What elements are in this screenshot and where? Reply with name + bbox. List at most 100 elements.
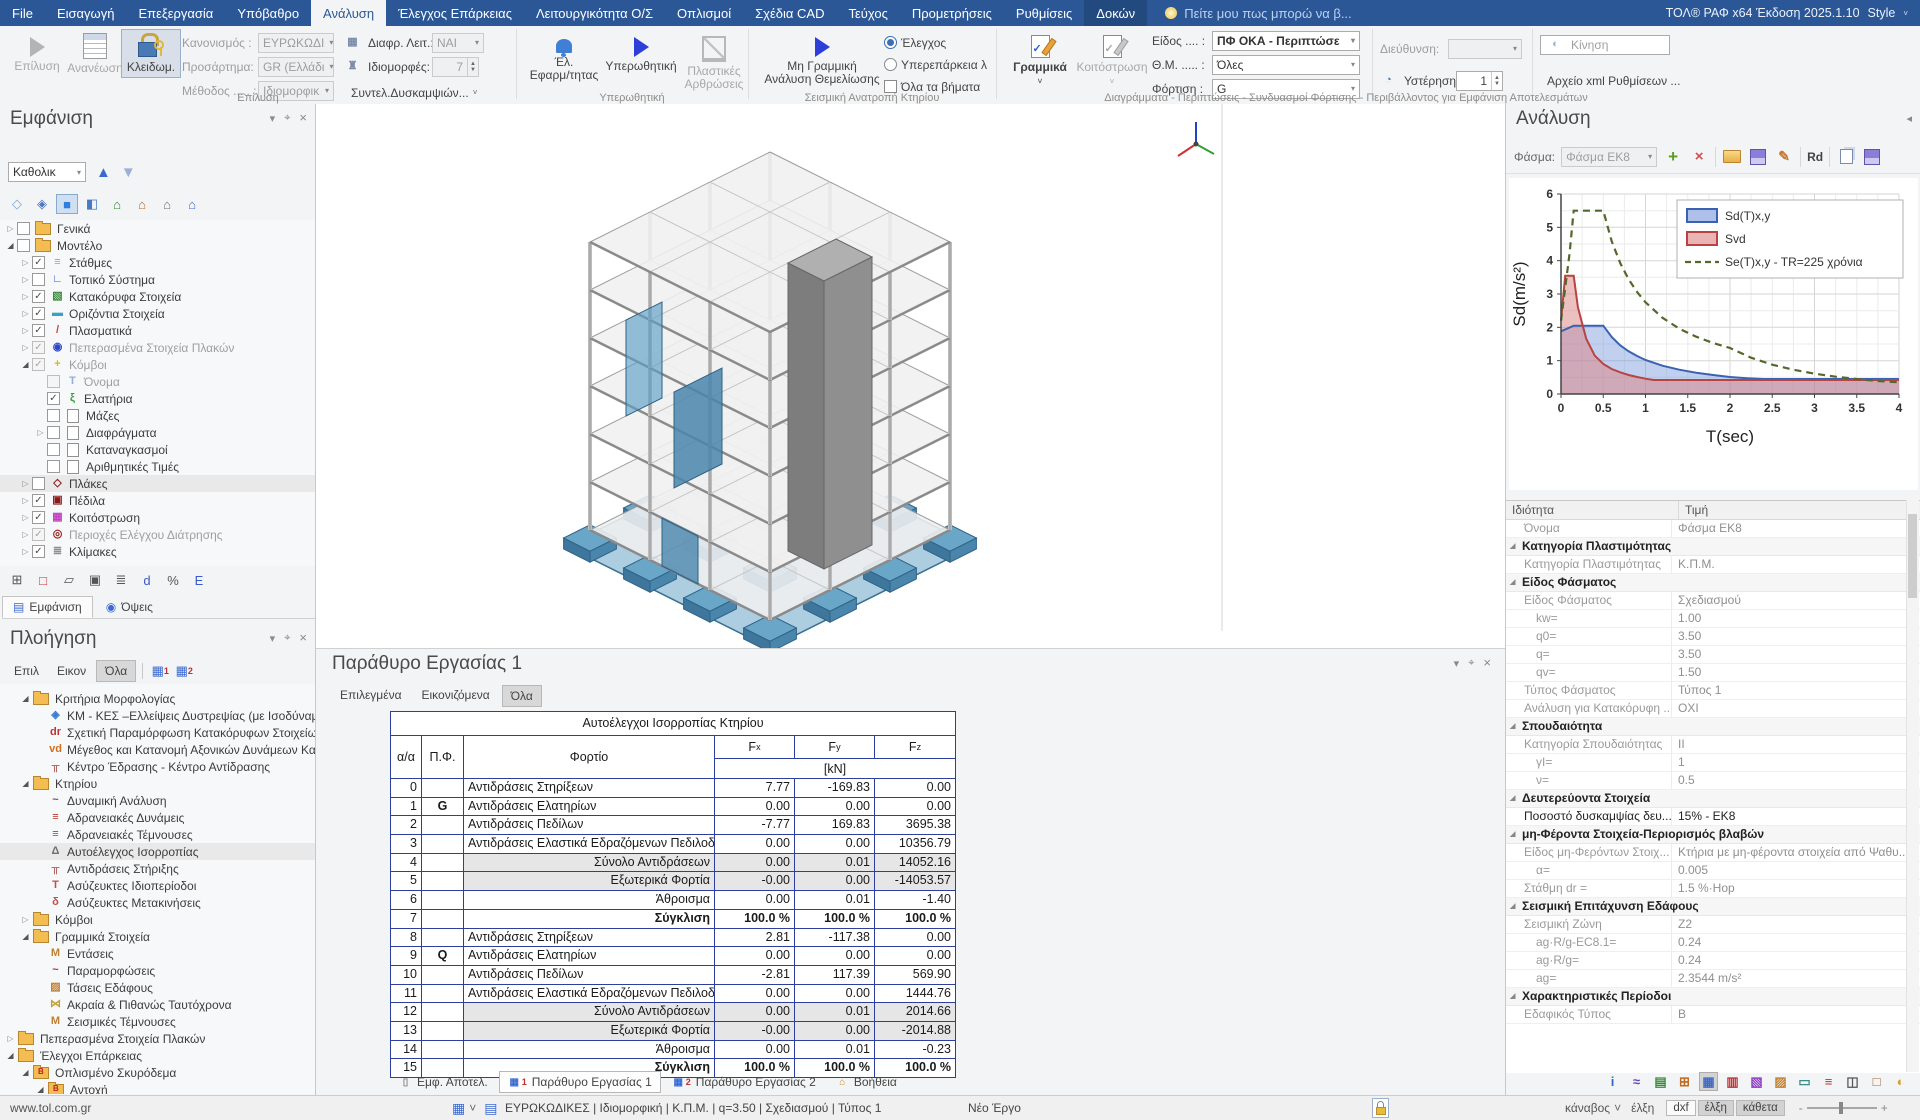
property-row[interactable]: Είδος ΦάσματοςΣχεδιασμού — [1506, 592, 1920, 610]
delete-icon[interactable]: × — [1689, 147, 1709, 167]
property-grid-scrollbar[interactable] — [1906, 500, 1919, 1072]
tree-checkbox[interactable]: ✓ — [32, 528, 45, 541]
tree-checkbox[interactable] — [47, 460, 60, 473]
add-icon[interactable]: + — [1663, 147, 1683, 167]
zoom-in-icon[interactable]: + — [1881, 1101, 1888, 1115]
collapsed-expander-icon[interactable]: ▷ — [19, 530, 32, 539]
thm-select[interactable]: Όλες▾ — [1212, 55, 1360, 75]
tree-item[interactable]: ◢Μοντέλο — [0, 237, 315, 254]
pin-icon[interactable]: ⌖ — [284, 112, 290, 125]
menu-tab-2[interactable]: Επεξεργασία — [126, 0, 225, 26]
select-add-icon[interactable]: ⊞ — [6, 570, 28, 590]
percent-icon[interactable]: % — [162, 570, 184, 590]
table-row[interactable]: 5Εξωτερικά Φορτία-0.000.00-14053.57 — [391, 871, 955, 890]
property-row[interactable]: qv=1.50 — [1506, 664, 1920, 682]
waves-icon[interactable]: ≈ — [1627, 1072, 1646, 1091]
regulation-select[interactable]: ΕΥΡΩΚΩΔΙ▾ — [258, 33, 334, 53]
bottom-tab-2[interactable]: ▦2Παράθυρο Εργασίας 2 — [663, 1071, 825, 1093]
bottom-tab-0[interactable]: ▯Εμφ. Αποτελ. — [390, 1071, 497, 1093]
columns-icon[interactable]: ◫ — [1843, 1072, 1862, 1091]
overstrength-radio[interactable] — [884, 58, 897, 71]
work-window-2-icon[interactable]: ▦2 — [173, 661, 195, 681]
property-row[interactable]: ag·R/g-EC8.1=0.24 — [1506, 934, 1920, 952]
snap-toggle-dxf[interactable]: dxf — [1666, 1100, 1695, 1116]
info-icon[interactable]: i — [1603, 1072, 1622, 1091]
value-col-header[interactable]: Τιμή — [1679, 501, 1708, 519]
diaphragm-select[interactable]: ΝΑΙ▾ — [432, 33, 484, 53]
select-filter-icon[interactable]: ▣ — [84, 570, 106, 590]
property-group[interactable]: Σεισμική Επιτάχυνση Εδάφους — [1506, 898, 1920, 916]
chevron-down-icon[interactable]: ˅ — [1903, 9, 1908, 18]
structure-outline-icon[interactable]: ⌂ — [131, 194, 153, 214]
bottom-tab-1[interactable]: ▦1Παράθυρο Εργασίας 1 — [499, 1071, 661, 1093]
tree-checkbox[interactable]: ✓ — [32, 341, 45, 354]
select-window-icon[interactable]: □ — [32, 570, 54, 590]
tree-item[interactable]: ▷∟Τοπικό Σύστημα — [0, 271, 315, 288]
property-group[interactable]: μη-Φέροντα Στοιχεία-Περιορισμός βλαβών — [1506, 826, 1920, 844]
applicability-check-button[interactable]: Έλ.Εφαρμ/τητας — [524, 29, 604, 86]
tree-item[interactable]: ◢Γραμμικά Στοιχεία — [0, 928, 315, 945]
tree-item[interactable]: Καταναγκασμοί — [0, 441, 315, 458]
select-crossing-icon[interactable]: ▱ — [58, 570, 80, 590]
collapsed-expander-icon[interactable]: ▷ — [4, 224, 17, 233]
tree-item[interactable]: TΑσύζευκτες Ιδιοπερίοδοι — [0, 877, 315, 894]
frame-icon[interactable]: ▭ — [1795, 1072, 1814, 1091]
chart-window-icon[interactable]: ▦ — [1699, 1072, 1718, 1091]
tree-checkbox[interactable] — [47, 409, 60, 422]
property-row[interactable]: Στάθμη dr =1.5 %·Hop — [1506, 880, 1920, 898]
tree-item[interactable]: ~Παραμορφώσεις — [0, 962, 315, 979]
snap-toggle-κάθετα[interactable]: κάθετα — [1736, 1100, 1785, 1116]
table-row[interactable]: 1GΑντιδράσεις Ελατηρίων0.000.000.00 — [391, 797, 955, 816]
property-row[interactable]: ag=2.3544 m/s² — [1506, 970, 1920, 988]
annex-select[interactable]: GR (Ελλάδι▾ — [258, 57, 334, 77]
property-group[interactable]: Κατηγορία Πλαστιμότητας — [1506, 538, 1920, 556]
plastic-hinges-button[interactable]: ΠλαστικέςΑρθρώσεις — [678, 29, 750, 95]
nonlinear-foundation-button[interactable]: Μη ΓραμμικήΑνάλυση Θεμελίωσης — [758, 29, 886, 90]
collapsed-expander-icon[interactable]: ▷ — [19, 915, 32, 924]
menu-tab-5[interactable]: Έλεγχος Επάρκειας — [386, 0, 524, 26]
solve-button[interactable]: Επίλυση — [6, 29, 68, 77]
tree-checkbox[interactable]: ✓ — [32, 511, 45, 524]
menu-tab-9[interactable]: Τεύχος — [836, 0, 899, 26]
collapsed-expander-icon[interactable]: ▷ — [19, 547, 32, 556]
tree-item[interactable]: drΣχετική Παραμόρφωση Κατακόρυφων Στοιχε… — [0, 724, 315, 741]
menu-tab-6[interactable]: Λειτουργικότητα Ο/Σ — [524, 0, 665, 26]
menu-tab-0[interactable]: File — [0, 0, 45, 26]
cube-hiddenline-icon[interactable]: ◈ — [31, 194, 53, 214]
pin-icon[interactable]: ⌖ — [284, 632, 290, 645]
report-icon[interactable]: ▥ — [1723, 1072, 1742, 1091]
tree-item[interactable]: ΔΑυτοέλεγχος Ισορροπίας — [0, 843, 315, 860]
tree-item[interactable]: ╥Κέντρο Έδρασης - Κέντρο Αντίδρασης — [0, 758, 315, 775]
expanded-expander-icon[interactable]: ◢ — [19, 360, 32, 369]
table-row[interactable]: 9QΑντιδράσεις Ελατηρίων0.000.000.00 — [391, 946, 955, 965]
menu-tab-3[interactable]: Υπόβαθρο — [225, 0, 311, 26]
structure-gray-icon[interactable]: ⌂ — [156, 194, 178, 214]
collapsed-expander-icon[interactable]: ▷ — [19, 513, 32, 522]
tree-checkbox[interactable]: ✓ — [32, 307, 45, 320]
table-row[interactable]: 6Άθροισμα0.000.01-1.40 — [391, 890, 955, 909]
tree-item[interactable]: ▷Γενικά — [0, 220, 315, 237]
property-row[interactable]: γΙ=1 — [1506, 754, 1920, 772]
tree-item[interactable]: ▷Διαφράγματα — [0, 424, 315, 441]
lock-status[interactable] — [1372, 1096, 1389, 1120]
contrast-icon[interactable]: ◐ — [1891, 1072, 1910, 1091]
table-row[interactable]: 11Αντιδράσεις Ελαστικά Εδραζόμενων Πεδιλ… — [391, 984, 955, 1003]
tree-item[interactable]: MΕντάσεις — [0, 945, 315, 962]
expanded-expander-icon[interactable]: ◢ — [19, 932, 32, 941]
property-row[interactable]: α=0.005 — [1506, 862, 1920, 880]
close-icon[interactable]: × — [299, 112, 307, 125]
model-viewport[interactable] — [316, 104, 1505, 648]
tell-me-search[interactable]: Πείτε μου πως μπορώ να β... — [1147, 0, 1369, 26]
property-col-header[interactable]: Ιδιότητα — [1506, 501, 1679, 519]
close-icon[interactable]: × — [299, 632, 307, 645]
expanded-expander-icon[interactable]: ◢ — [19, 694, 32, 703]
menu-tab-7[interactable]: Οπλισμοί — [665, 0, 743, 26]
hysteresis-spinner[interactable]: 1▲▼ — [1456, 71, 1503, 91]
list-red-icon[interactable]: ≡ — [1819, 1072, 1838, 1091]
chevron-down-icon[interactable]: ▾ — [1454, 657, 1460, 670]
tree-item[interactable]: ▷Κόμβοι — [0, 911, 315, 928]
snap-toggle-έλξη[interactable]: έλξη — [1698, 1100, 1734, 1116]
filter-tab-2[interactable]: Όλα — [502, 685, 542, 707]
tree-item[interactable]: ◢BΟπλισμένο Σκυρόδεμα — [0, 1064, 315, 1081]
tree-checkbox[interactable]: ✓ — [47, 392, 60, 405]
